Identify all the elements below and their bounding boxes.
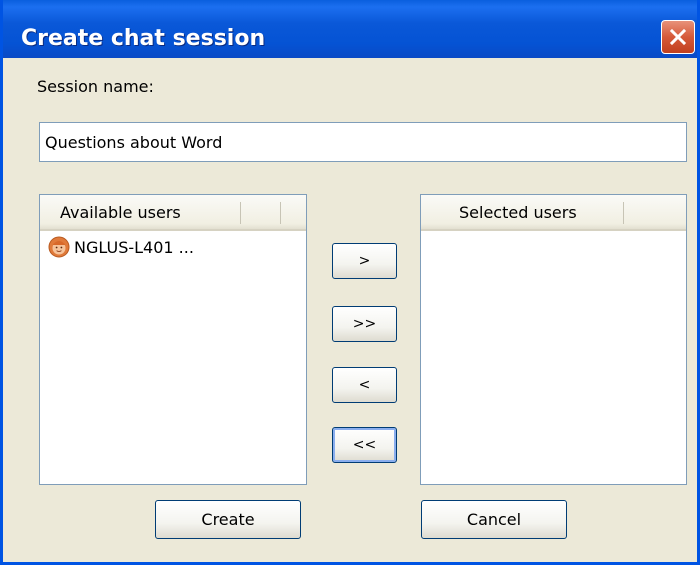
window-title: Create chat session	[21, 26, 266, 51]
session-name-label: Session name:	[37, 77, 154, 96]
available-users-column-header[interactable]: Available users	[60, 195, 181, 229]
add-user-button[interactable]: >	[332, 243, 397, 279]
cancel-button[interactable]: Cancel	[421, 500, 567, 539]
column-separator[interactable]	[280, 202, 281, 224]
available-users-header[interactable]: Available users	[40, 195, 306, 231]
close-button[interactable]	[661, 20, 695, 54]
selected-users-list[interactable]: Selected users	[420, 194, 687, 485]
available-user-label: NGLUS-L401 ...	[74, 237, 194, 257]
remove-user-button[interactable]: <	[332, 367, 397, 403]
session-name-input[interactable]	[39, 122, 687, 162]
create-button[interactable]: Create	[155, 500, 301, 539]
add-all-users-button[interactable]: >>	[332, 306, 397, 342]
column-separator[interactable]	[240, 202, 241, 224]
create-chat-session-dialog: Create chat session Session name: Availa…	[0, 0, 700, 565]
remove-all-users-button[interactable]: <<	[332, 427, 397, 463]
column-separator[interactable]	[623, 202, 624, 224]
available-users-list[interactable]: Available users NGLUS-L401 ...	[39, 194, 307, 485]
selected-users-column-header[interactable]: Selected users	[459, 195, 577, 229]
user-face-icon	[48, 236, 70, 258]
list-item[interactable]: NGLUS-L401 ...	[48, 235, 194, 259]
close-icon	[669, 28, 687, 46]
title-bar[interactable]: Create chat session	[3, 0, 697, 58]
selected-users-header[interactable]: Selected users	[421, 195, 686, 231]
